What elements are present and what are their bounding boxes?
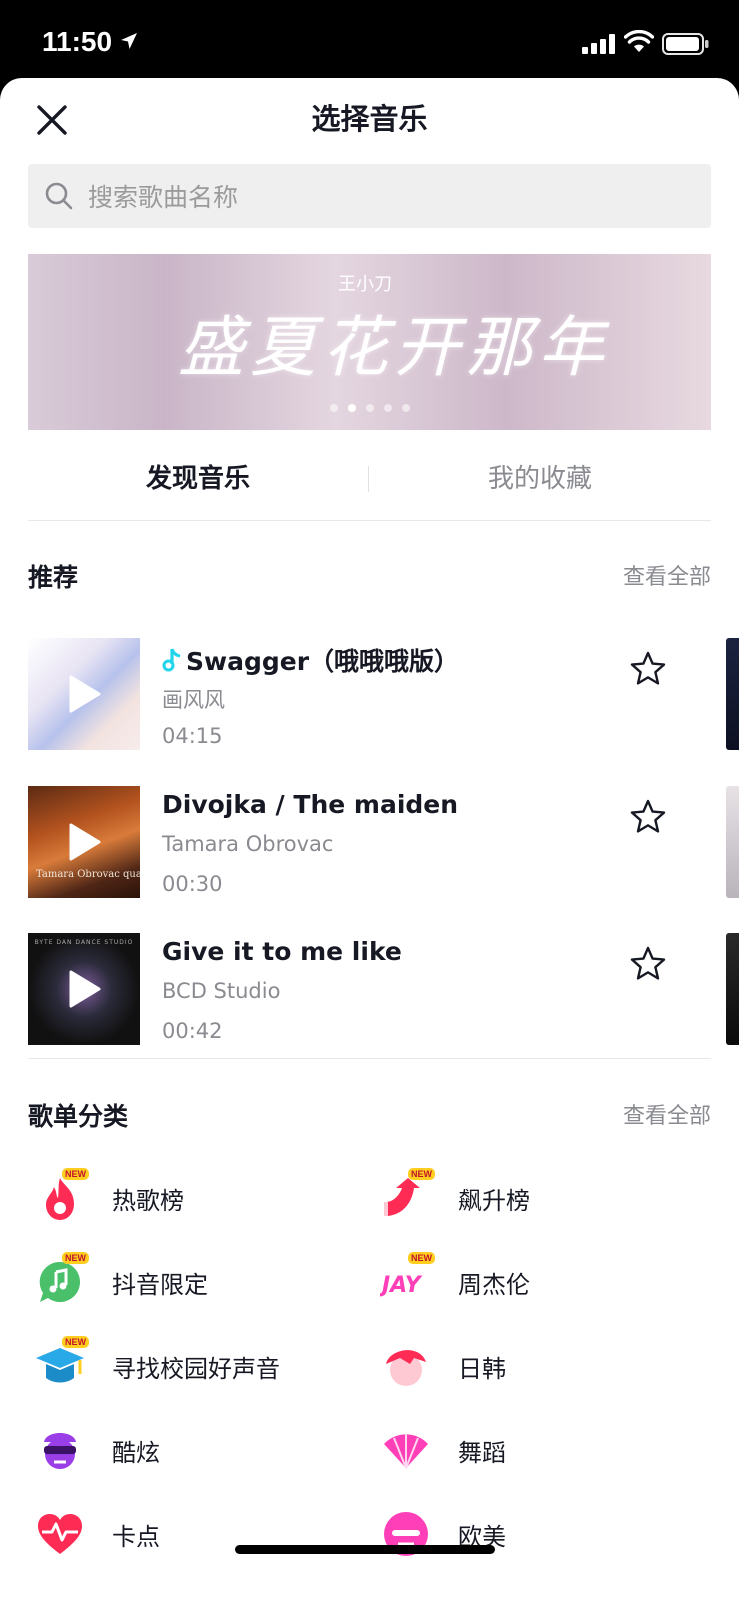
cover-caption: Tamara Obrovac quartet — [36, 869, 140, 880]
new-badge: NEW — [62, 1168, 89, 1180]
next-column-peek — [726, 933, 739, 1045]
search-bar[interactable] — [28, 164, 711, 230]
banner-dot-active — [347, 404, 356, 412]
recommended-title: 推荐 — [28, 563, 79, 592]
category-western[interactable]: 欧美 — [380, 1504, 710, 1564]
svg-text:JAY: JAY — [380, 1273, 423, 1298]
category-label: 飙升榜 — [458, 1187, 530, 1215]
promo-banner[interactable]: 王小刀 盛夏花开那年 — [28, 254, 711, 430]
category-jay-chou[interactable]: JAY NEW 周杰伦 — [380, 1252, 710, 1312]
favorite-star-icon[interactable] — [629, 945, 667, 983]
category-campus-voice[interactable]: NEW 寻找校园好声音 — [34, 1336, 364, 1396]
cellular-signal-icon — [582, 34, 615, 54]
banner-dot — [365, 404, 374, 412]
song-title-row: Swagger（哦哦哦版） — [162, 642, 459, 678]
category-japan-korea[interactable]: 日韩 — [380, 1336, 710, 1396]
recommended-view-all-button[interactable]: 查看全部 — [623, 559, 711, 591]
song-title: Swagger（哦哦哦版） — [186, 647, 460, 676]
tab-divider — [368, 466, 369, 492]
page-title: 选择音乐 — [311, 102, 428, 136]
song-duration: 00:42 — [162, 1019, 223, 1043]
favorite-star-icon[interactable] — [629, 650, 667, 688]
new-badge: NEW — [62, 1252, 89, 1264]
next-column-peek — [726, 786, 739, 898]
category-label: 抖音限定 — [112, 1271, 208, 1299]
category-label: 热歌榜 — [112, 1187, 184, 1215]
category-label: 酷炫 — [112, 1439, 160, 1467]
anime-face-icon — [386, 1350, 426, 1386]
favorite-star-icon[interactable] — [629, 798, 667, 836]
song-cover[interactable]: Tamara Obrovac quartet — [28, 786, 140, 898]
banner-dot — [329, 404, 338, 412]
category-hot-songs[interactable]: NEW 热歌榜 — [34, 1168, 364, 1228]
category-label: 卡点 — [112, 1523, 160, 1551]
song-cover[interactable] — [28, 638, 140, 750]
category-cool[interactable]: 酷炫 — [34, 1420, 364, 1480]
next-column-peek — [726, 638, 739, 750]
play-icon[interactable] — [68, 969, 102, 1009]
banner-title: 盛夏花开那年 — [178, 309, 610, 386]
location-arrow-icon — [121, 33, 137, 49]
category-rising[interactable]: NEW 飙升榜 — [380, 1168, 710, 1228]
song-artist: BCD Studio — [162, 979, 281, 1003]
tab-discover[interactable]: 发现音乐 — [28, 438, 368, 520]
section-divider — [28, 1058, 711, 1059]
search-input[interactable] — [86, 164, 690, 230]
song-artist: Tamara Obrovac — [162, 832, 334, 856]
song-duration: 00:30 — [162, 872, 223, 896]
song-row[interactable]: BYTE DAN DANCE STUDIO Give it to me like… — [28, 933, 711, 1045]
category-label: 寻找校园好声音 — [112, 1355, 280, 1383]
song-title: Divojka / The maiden — [162, 790, 459, 819]
cover-caption: BYTE DAN DANCE STUDIO — [34, 939, 134, 946]
heartbeat-icon — [38, 1514, 82, 1554]
play-icon[interactable] — [68, 674, 102, 714]
new-badge: NEW — [408, 1168, 435, 1180]
banner-artist: 王小刀 — [338, 274, 392, 295]
song-cover[interactable]: BYTE DAN DANCE STUDIO — [28, 933, 140, 1045]
song-title: Give it to me like — [162, 937, 402, 966]
song-artist: 画风风 — [162, 688, 225, 712]
status-time: 11:50 — [42, 26, 113, 57]
new-badge: NEW — [62, 1336, 89, 1348]
category-label: 周杰伦 — [458, 1271, 530, 1299]
search-icon — [45, 182, 73, 210]
original-music-note-icon — [162, 648, 181, 672]
banner-dot — [401, 404, 410, 412]
wifi-icon — [624, 30, 654, 52]
song-row[interactable]: Tamara Obrovac quartet Divojka / The mai… — [28, 786, 711, 898]
playlists-view-all-button[interactable]: 查看全部 — [623, 1098, 711, 1130]
tab-bar: 发现音乐 我的收藏 — [28, 438, 711, 521]
fan-icon — [384, 1434, 428, 1469]
category-label: 舞蹈 — [458, 1439, 506, 1467]
new-badge: NEW — [408, 1252, 435, 1264]
home-indicator[interactable] — [235, 1545, 495, 1554]
category-beat-sync[interactable]: 卡点 — [34, 1504, 364, 1564]
category-dance[interactable]: 舞蹈 — [380, 1420, 710, 1480]
banner-pagination — [28, 397, 711, 416]
banner-dot — [383, 404, 392, 412]
status-bar: 11:50 — [0, 0, 739, 80]
song-row[interactable]: Swagger（哦哦哦版） 画风风 04:15 — [28, 638, 711, 750]
song-duration: 04:15 — [162, 724, 223, 748]
music-picker-sheet: 选择音乐 王小刀 盛夏花开那年 发现音乐 我的收藏 推荐 查看全部 Swagge… — [0, 78, 739, 1600]
playlists-title: 歌单分类 — [28, 1102, 129, 1131]
tab-favorites[interactable]: 我的收藏 — [370, 438, 710, 520]
play-icon[interactable] — [68, 822, 102, 862]
cool-face-icon — [44, 1433, 76, 1469]
category-label: 日韩 — [458, 1355, 506, 1383]
category-douyin-exclusive[interactable]: NEW 抖音限定 — [34, 1252, 364, 1312]
battery-icon — [662, 33, 709, 55]
